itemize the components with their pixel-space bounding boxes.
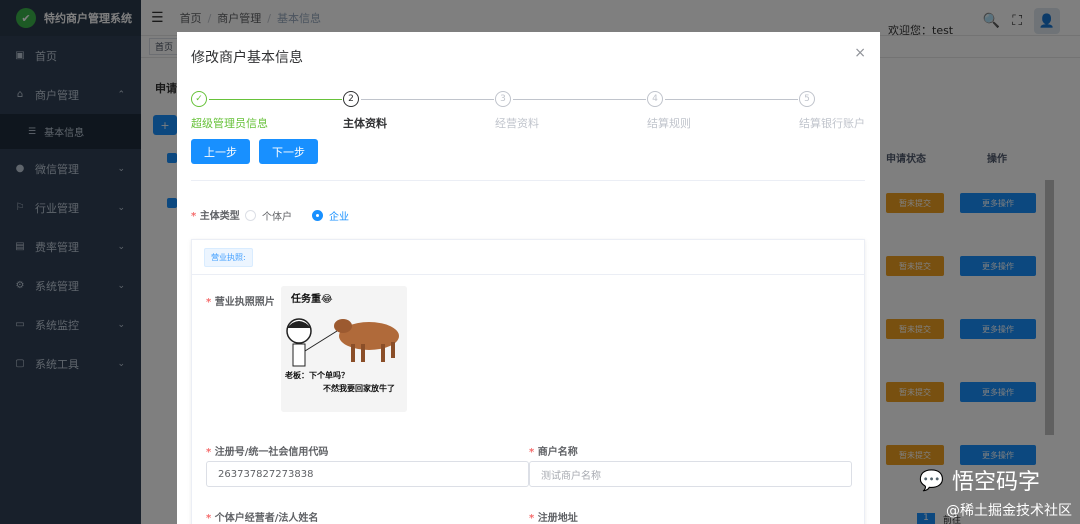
license-photo[interactable]: 任务重😂 老板：下个单吗？ 不然我要回家放牛了 [281,286,407,412]
card-tag: 营业执照: [204,247,253,267]
reg-no-input[interactable]: 263737827273838 [206,461,529,487]
step-5-title: 结算银行账户 [799,117,865,130]
step-5-icon: 5 [799,91,815,107]
license-photo-label: * 营业执照照片 [206,297,275,308]
subject-type-label: * 主体类型 [191,211,240,222]
step-1-icon: ✓ [191,91,207,107]
step-connector [209,99,342,100]
close-icon[interactable]: × [854,45,866,61]
prev-button[interactable]: 上一步 [191,139,250,164]
photo-caption-top: 任务重😂 [291,294,333,305]
dialog-title: 修改商户基本信息 [191,50,303,66]
step-3-icon: 3 [495,91,511,107]
next-button[interactable]: 下一步 [259,139,318,164]
radio-individual[interactable]: 个体户 [245,208,292,223]
step-connector [513,99,646,100]
step-4-icon: 4 [647,91,663,107]
steps: ✓ 超级管理员信息 2 主体资料 3 经营资料 4 结算规则 5 结算银行账户 [191,91,880,131]
merchant-name-label: * 商户名称 [529,447,578,458]
divider [191,180,865,181]
photo-caption-2: 不然我要回家放牛了 [323,384,395,393]
watermark-source: @稀土掘金技术社区 [946,503,1072,519]
watermark: 💬 悟空码字 [919,468,1040,495]
legal-name-label: * 个体户经营者/法人姓名 [206,513,319,524]
radio-dot [312,210,323,221]
card-header: 营业执照: [192,240,864,275]
step-connector [361,99,494,100]
step-4-title: 结算规则 [647,117,691,130]
step-1-title: 超级管理员信息 [191,117,268,130]
step-connector [665,99,798,100]
reg-no-label: * 注册号/统一社会信用代码 [206,447,329,458]
edit-merchant-dialog: 修改商户基本信息 × ✓ 超级管理员信息 2 主体资料 3 经营资料 4 结算规… [177,32,880,524]
app-root: ✔ 特约商户管理系统 ▣首页 ⌂商户管理⌃ ☰基本信息 ●微信管理⌄ ⚐行业管理… [0,0,1080,524]
radio-dot [245,210,256,221]
license-card: 营业执照: * 营业执照照片 任务重😂 老板：下个单吗？ 不然我要回家放牛了 *… [191,239,865,524]
radio-enterprise[interactable]: 企业 [312,208,349,223]
step-2-title: 主体资料 [343,117,387,130]
merchant-name-input[interactable]: 测试商户名称 [529,461,852,487]
address-label: * 注册地址 [529,513,578,524]
wechat-logo-icon: 💬 [919,468,944,492]
step-3-title: 经营资料 [495,117,539,130]
photo-caption-1: 老板：下个单吗？ [285,371,349,380]
step-2-icon: 2 [343,91,359,107]
